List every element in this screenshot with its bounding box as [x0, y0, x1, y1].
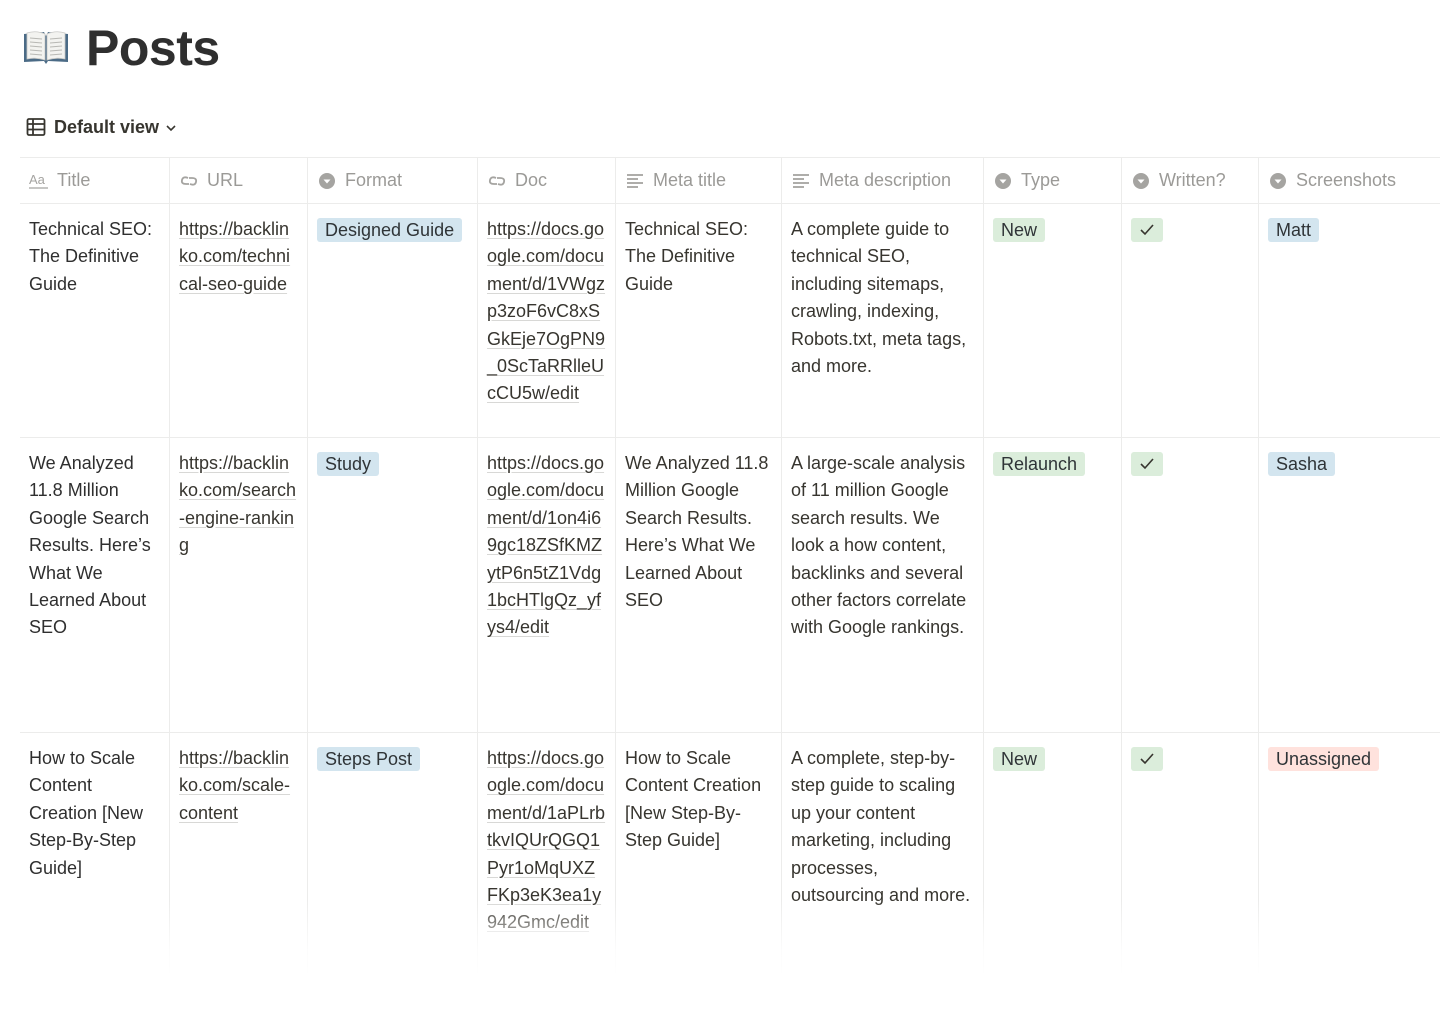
url-link[interactable]: https://backlinko.com/search-engine-rank…: [179, 453, 296, 555]
view-selector[interactable]: Default view: [26, 114, 177, 140]
cell-format[interactable]: Steps Post: [308, 733, 478, 973]
column-header-screenshots[interactable]: Screenshots: [1259, 158, 1440, 203]
link-icon: [487, 171, 507, 191]
select-icon: [1268, 171, 1288, 191]
column-header-url[interactable]: URL: [170, 158, 308, 203]
column-header-label: Format: [345, 169, 403, 190]
cell-written[interactable]: [1122, 204, 1259, 437]
link-icon: [179, 171, 199, 191]
view-label: Default view: [54, 116, 160, 137]
url-link[interactable]: https://backlinko.com/technical-seo-guid…: [179, 219, 290, 294]
table-row[interactable]: How to Scale Content Creation [New Step-…: [20, 733, 1440, 973]
cell-title[interactable]: We Analyzed 11.8 Million Google Search R…: [20, 438, 170, 732]
doc-link[interactable]: https://docs.google.com/document/d/1on4i…: [487, 453, 604, 637]
cell-meta-title[interactable]: How to Scale Content Creation [New Step-…: [616, 733, 782, 973]
cell-meta-description[interactable]: A complete, step-by-step guide to scalin…: [782, 733, 984, 973]
post-title: How to Scale Content Creation [New Step-…: [29, 748, 144, 878]
format-tag: Designed Guide: [317, 218, 463, 242]
column-header-label: Screenshots: [1296, 169, 1397, 190]
svg-text:Aa: Aa: [29, 172, 46, 187]
cell-written[interactable]: [1122, 733, 1259, 973]
cell-url[interactable]: https://backlinko.com/scale-content: [170, 733, 308, 973]
text-lines-icon: [625, 171, 645, 191]
type-tag: New: [993, 218, 1046, 242]
select-icon: [1131, 171, 1151, 191]
column-header-doc[interactable]: Doc: [478, 158, 616, 203]
checkmark-icon: [1131, 747, 1163, 771]
checkmark-icon: [1131, 452, 1163, 476]
cell-screenshots[interactable]: Sasha: [1259, 438, 1440, 732]
checkmark-icon: [1131, 218, 1163, 242]
column-header-label: Meta title: [653, 169, 727, 190]
meta-description-text: A large-scale analysis of 11 million Goo…: [791, 453, 967, 638]
table-row[interactable]: We Analyzed 11.8 Million Google Search R…: [20, 438, 1440, 733]
meta-title-text: How to Scale Content Creation [New Step-…: [625, 748, 762, 851]
cell-url[interactable]: https://backlinko.com/search-engine-rank…: [170, 438, 308, 732]
doc-link[interactable]: https://docs.google.com/document/d/1VWgz…: [487, 219, 605, 403]
column-header-meta-description[interactable]: Meta description: [782, 158, 984, 203]
select-icon: [993, 171, 1013, 191]
column-header-label: Meta description: [819, 169, 952, 190]
text-aa-icon: Aa: [29, 171, 49, 191]
text-lines-icon: [791, 171, 811, 191]
column-header-label: Doc: [515, 169, 548, 190]
column-header-type[interactable]: Type: [984, 158, 1122, 203]
table-header: Aa Title URL Format Doc Meta title Meta …: [20, 157, 1440, 204]
cell-type[interactable]: Relaunch: [984, 438, 1122, 732]
column-header-format[interactable]: Format: [308, 158, 478, 203]
column-header-label: Type: [1021, 169, 1061, 190]
meta-title-text: We Analyzed 11.8 Million Google Search R…: [625, 453, 769, 611]
assignee-tag: Matt: [1268, 218, 1320, 242]
cell-meta-title[interactable]: Technical SEO: The Definitive Guide: [616, 204, 782, 437]
meta-description-text: A complete guide to technical SEO, inclu…: [791, 219, 967, 377]
assignee-tag: Unassigned: [1268, 747, 1380, 771]
post-title: Technical SEO: The Definitive Guide: [29, 219, 153, 294]
cell-doc[interactable]: https://docs.google.com/document/d/1VWgz…: [478, 204, 616, 437]
table-icon: [26, 117, 46, 137]
cell-type[interactable]: New: [984, 204, 1122, 437]
column-header-title[interactable]: Aa Title: [20, 158, 170, 203]
cell-screenshots[interactable]: Unassigned: [1259, 733, 1440, 973]
page-title: Posts: [86, 20, 220, 76]
assignee-tag: Sasha: [1268, 452, 1336, 476]
type-tag: New: [993, 747, 1046, 771]
cell-format[interactable]: Designed Guide: [308, 204, 478, 437]
url-link[interactable]: https://backlinko.com/scale-content: [179, 748, 290, 823]
cell-format[interactable]: Study: [308, 438, 478, 732]
select-icon: [317, 171, 337, 191]
format-tag: Steps Post: [317, 747, 421, 771]
cell-meta-description[interactable]: A complete guide to technical SEO, inclu…: [782, 204, 984, 437]
cell-type[interactable]: New: [984, 733, 1122, 973]
cell-title[interactable]: How to Scale Content Creation [New Step-…: [20, 733, 170, 973]
column-header-label: Title: [57, 169, 91, 190]
cell-written[interactable]: [1122, 438, 1259, 732]
type-tag: Relaunch: [993, 452, 1086, 476]
cell-screenshots[interactable]: Matt: [1259, 204, 1440, 437]
column-header-meta-title[interactable]: Meta title: [616, 158, 782, 203]
meta-description-text: A complete, step-by-step guide to scalin…: [791, 748, 971, 906]
cell-title[interactable]: Technical SEO: The Definitive Guide: [20, 204, 170, 437]
cell-doc[interactable]: https://docs.google.com/document/d/1aPLr…: [478, 733, 616, 973]
column-header-label: URL: [207, 169, 244, 190]
chevron-down-icon: [165, 121, 177, 133]
doc-link[interactable]: https://docs.google.com/document/d/1aPLr…: [487, 748, 605, 932]
cell-url[interactable]: https://backlinko.com/technical-seo-guid…: [170, 204, 308, 437]
meta-title-text: Technical SEO: The Definitive Guide: [625, 219, 749, 294]
column-header-label: Written?: [1159, 169, 1226, 190]
posts-table: Aa Title URL Format Doc Meta title Meta …: [20, 157, 1440, 973]
cell-meta-description[interactable]: A large-scale analysis of 11 million Goo…: [782, 438, 984, 732]
cell-doc[interactable]: https://docs.google.com/document/d/1on4i…: [478, 438, 616, 732]
table-row[interactable]: Technical SEO: The Definitive Guide http…: [20, 204, 1440, 438]
format-tag: Study: [317, 452, 380, 476]
column-header-written[interactable]: Written?: [1122, 158, 1259, 203]
cell-meta-title[interactable]: We Analyzed 11.8 Million Google Search R…: [616, 438, 782, 732]
open-book-icon[interactable]: [22, 28, 70, 68]
post-title: We Analyzed 11.8 Million Google Search R…: [29, 453, 151, 638]
page-header: Posts: [22, 18, 220, 78]
